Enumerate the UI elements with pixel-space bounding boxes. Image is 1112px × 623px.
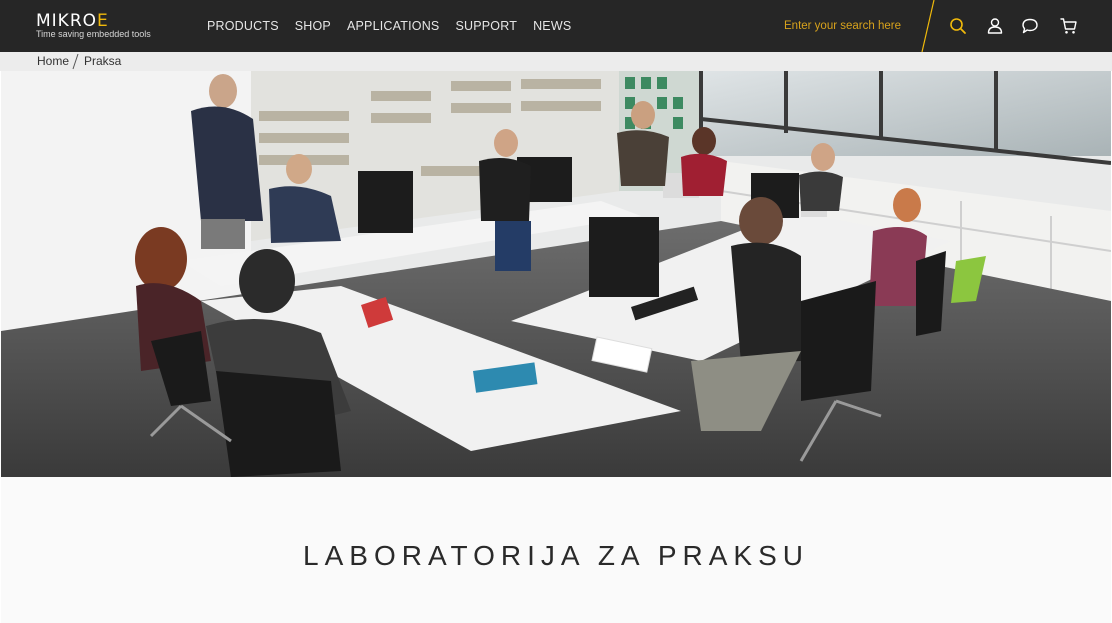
cart-icon[interactable] [1059, 16, 1079, 36]
search-divider [921, 0, 935, 52]
breadcrumb: Home Praksa [0, 52, 1112, 71]
nav-item-news[interactable]: NEWS [533, 19, 571, 33]
mikroe-logo[interactable]: MIKROE Time saving embedded tools [36, 12, 156, 40]
nav-item-shop[interactable]: SHOP [295, 19, 331, 33]
breadcrumb-home-link[interactable]: Home [37, 54, 69, 68]
search-input[interactable] [784, 16, 909, 36]
user-icon[interactable] [985, 16, 1005, 36]
main-nav: PRODUCTS SHOP APPLICATIONS SUPPORT NEWS [207, 0, 587, 52]
nav-item-applications[interactable]: APPLICATIONS [347, 19, 439, 33]
breadcrumb-separator [72, 53, 79, 70]
top-navigation-bar: MIKROE Time saving embedded tools PRODUC… [0, 0, 1112, 52]
nav-item-products[interactable]: PRODUCTS [207, 19, 279, 33]
lab-photo-illustration [1, 71, 1111, 477]
search-icon[interactable] [948, 16, 968, 36]
logo-wordmark: MIKROE [36, 11, 109, 31]
main-content: LABORATORIJA ZA PRAKSU [1, 477, 1111, 623]
breadcrumb-current: Praksa [84, 54, 122, 68]
logo-tagline: Time saving embedded tools [36, 29, 151, 39]
hero-image [1, 71, 1111, 477]
nav-item-support[interactable]: SUPPORT [455, 19, 517, 33]
chat-icon[interactable] [1020, 16, 1040, 36]
page-title: LABORATORIJA ZA PRAKSU [303, 540, 809, 571]
